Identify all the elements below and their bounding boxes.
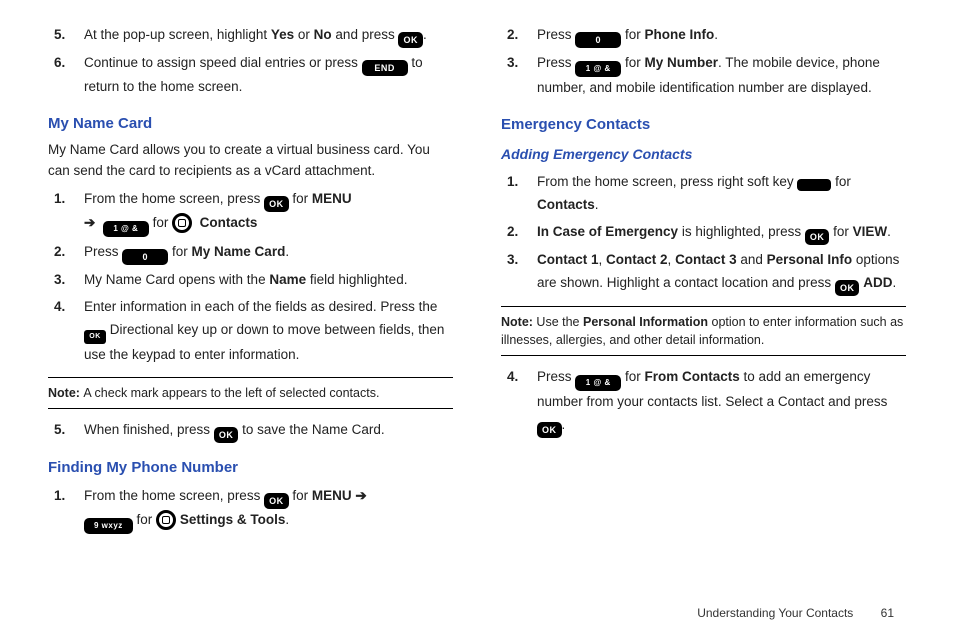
list-item: 2. Press 0 for Phone Info. [501,24,906,48]
list-item: 1. From the home screen, press OK for ME… [48,485,453,534]
step-body: When finished, press OK to save the Name… [84,419,453,443]
left-column: 5. At the pop-up screen, highlight Yes o… [48,20,453,538]
num0-key-icon: 0 [122,249,168,265]
list-item: 2. In Case of Emergency is highlighted, … [501,221,906,245]
section-intro: My Name Card allows you to create a virt… [48,140,453,182]
step-number: 4. [501,366,537,438]
columns: 5. At the pop-up screen, highlight Yes o… [48,20,906,538]
note-box: Note: Use the Personal Information optio… [501,306,906,356]
step-number: 2. [501,221,537,245]
step-number: 2. [48,241,84,265]
ok-key-icon: OK [835,280,860,296]
arrow-icon: ➔ [84,215,95,230]
num1-key-icon: 1 @ & [575,375,621,391]
step-number: 3. [501,52,537,100]
step-number: 1. [48,188,84,237]
page: 5. At the pop-up screen, highlight Yes o… [0,0,954,636]
right-column: 2. Press 0 for Phone Info. 3. Press 1 @ … [501,20,906,538]
step-body: From the home screen, press right soft k… [537,171,906,217]
step-number: 5. [48,419,84,443]
list-item: 5. When finished, press OK to save the N… [48,419,453,443]
list-item: 2. Press 0 for My Name Card. [48,241,453,265]
list-item: 1. From the home screen, press right sof… [501,171,906,217]
ok-key-icon: OK [537,422,562,438]
end-key-icon: END [362,60,408,76]
list-item: 3. Press 1 @ & for My Number. The mobile… [501,52,906,100]
step-number: 1. [48,485,84,534]
arrow-icon: ➔ [352,488,367,503]
ok-key-icon: OK [805,229,830,245]
step-body: Press 0 for Phone Info. [537,24,906,48]
page-footer: Understanding Your Contacts 61 [697,606,894,620]
subsection-heading-adding-emergency: Adding Emergency Contacts [501,143,906,167]
step-number: 6. [48,52,84,99]
page-number: 61 [881,606,894,620]
ok-key-icon: OK [264,493,289,509]
step-number: 5. [48,24,84,48]
note-text: A check mark appears to the left of sele… [83,386,379,400]
step-number: 3. [48,269,84,292]
section-heading-finding-number: Finding My Phone Number [48,455,453,481]
directional-key-icon: OK [84,330,106,344]
ok-key-icon: OK [264,196,289,212]
list-item: 1. From the home screen, press OK for ME… [48,188,453,237]
ok-key-icon: OK [398,32,423,48]
list-item: 5. At the pop-up screen, highlight Yes o… [48,24,453,48]
step-body: In Case of Emergency is highlighted, pre… [537,221,906,245]
note-label: Note: [48,386,83,400]
num9-key-icon: 9 wxyz [84,518,133,534]
num1-key-icon: 1 @ & [575,61,621,77]
step-body: Contact 1, Contact 2, Contact 3 and Pers… [537,249,906,296]
step-number: 2. [501,24,537,48]
list-item: 4. Press 1 @ & for From Contacts to add … [501,366,906,438]
contacts-ring-icon [172,213,192,233]
list-item: 3. Contact 1, Contact 2, Contact 3 and P… [501,249,906,296]
step-body: Press 0 for My Name Card. [84,241,453,265]
step-body: My Name Card opens with the Name field h… [84,269,453,292]
step-number: 3. [501,249,537,296]
footer-section: Understanding Your Contacts [697,606,853,620]
list-item: 4. Enter information in each of the fiel… [48,296,453,367]
ok-key-icon: OK [214,427,239,443]
step-body: From the home screen, press OK for MENU … [84,188,453,237]
list-item: 6. Continue to assign speed dial entries… [48,52,453,99]
step-body: Press 1 @ & for My Number. The mobile de… [537,52,906,100]
step-body: At the pop-up screen, highlight Yes or N… [84,24,453,48]
note-box: Note: A check mark appears to the left o… [48,377,453,409]
note-label: Note: [501,315,536,329]
section-heading-my-name-card: My Name Card [48,111,453,137]
list-item: 3. My Name Card opens with the Name fiel… [48,269,453,292]
section-heading-emergency: Emergency Contacts [501,112,906,138]
soft-key-icon [797,179,831,191]
num1-key-icon: 1 @ & [103,221,149,237]
settings-ring-icon [156,510,176,530]
step-body: From the home screen, press OK for MENU … [84,485,453,534]
step-number: 1. [501,171,537,217]
num0-key-icon: 0 [575,32,621,48]
step-body: Enter information in each of the fields … [84,296,453,367]
step-body: Continue to assign speed dial entries or… [84,52,453,99]
step-number: 4. [48,296,84,367]
step-body: Press 1 @ & for From Contacts to add an … [537,366,906,438]
